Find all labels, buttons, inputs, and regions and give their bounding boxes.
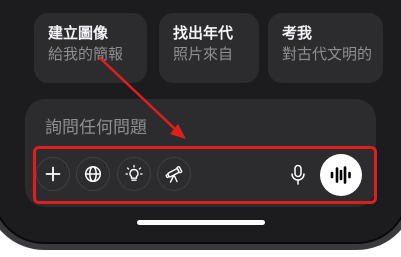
suggestion-subtitle: 對古代文明的 xyxy=(282,45,373,63)
message-input[interactable]: 詢問任何問題 xyxy=(45,117,147,139)
screenshot: 建立圖像 給我的簡報 找出年代 照片來自 考我 對古代文明的 詢問任何問題 xyxy=(0,0,401,257)
suggestion-title: 找出年代 xyxy=(173,24,234,42)
suggestion-subtitle: 照片來自 xyxy=(173,45,234,63)
annotation-highlight-box xyxy=(33,146,377,204)
suggestion-card-find-era[interactable]: 找出年代 照片來自 xyxy=(159,13,259,83)
suggestion-title: 建立圖像 xyxy=(48,24,109,42)
home-indicator[interactable] xyxy=(137,220,265,225)
suggestion-title: 考我 xyxy=(282,24,313,42)
suggestion-card-create-image[interactable]: 建立圖像 給我的簡報 xyxy=(34,13,147,83)
suggestion-subtitle: 給我的簡報 xyxy=(48,45,124,63)
suggestion-card-quiz-me[interactable]: 考我 對古代文明的 xyxy=(268,13,383,83)
